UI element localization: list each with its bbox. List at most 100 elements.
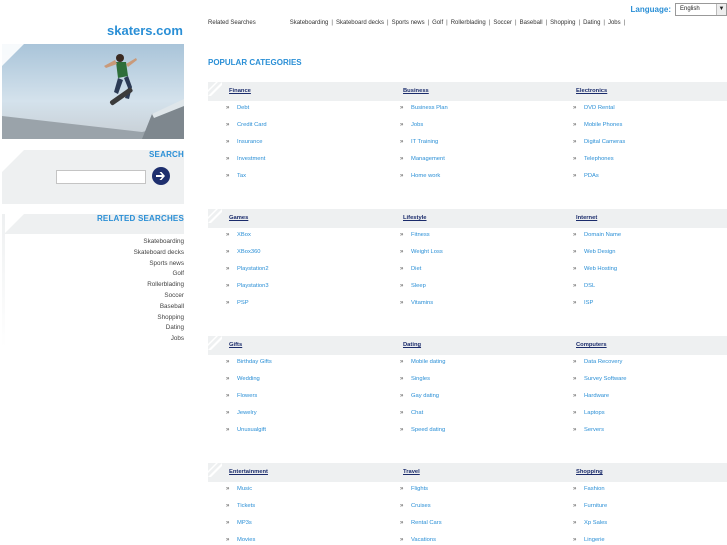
top-related-link[interactable]: Rollerblading	[451, 20, 486, 26]
category-item-link[interactable]: » Lingerie	[573, 537, 605, 543]
related-search-link[interactable]: Dating	[134, 323, 184, 334]
category-item-link[interactable]: » Home work	[400, 173, 440, 179]
category-item-link[interactable]: » Music	[226, 486, 252, 492]
category-item-link[interactable]: » Wedding	[226, 376, 260, 382]
category-heading-link[interactable]: Entertainment	[229, 469, 268, 475]
category-item-link[interactable]: » Credit Card	[226, 122, 267, 128]
related-search-link[interactable]: Jobs	[134, 334, 184, 345]
top-related-link[interactable]: Skateboard decks	[336, 20, 384, 26]
category-item-link[interactable]: » Management	[400, 156, 445, 162]
category-heading-link[interactable]: Internet	[576, 215, 597, 221]
related-search-link[interactable]: Rollerblading	[134, 280, 184, 291]
top-related-link[interactable]: Dating	[583, 20, 600, 26]
category-item-link[interactable]: » Jewelry	[226, 410, 257, 416]
top-related-link[interactable]: Skateboarding	[290, 20, 329, 26]
category-item-link[interactable]: » IT Training	[400, 139, 438, 145]
related-search-link[interactable]: Skateboarding	[134, 237, 184, 248]
category-heading-link[interactable]: Business	[403, 88, 429, 94]
category-item-link[interactable]: » Weight Loss	[400, 249, 443, 255]
category-item-link[interactable]: » DVD Rental	[573, 105, 615, 111]
top-related-link[interactable]: Golf	[432, 20, 443, 26]
category-heading-link[interactable]: Electronics	[576, 88, 607, 94]
top-related-link[interactable]: Shopping	[550, 20, 575, 26]
category-heading-link[interactable]: Finance	[229, 88, 251, 94]
related-search-link[interactable]: Golf	[134, 269, 184, 280]
category-item-link[interactable]: » Sleep	[400, 283, 426, 289]
bullet-icon: »	[400, 426, 404, 433]
category-item-link[interactable]: » Data Recovery	[573, 359, 622, 365]
category-item-link[interactable]: » Playstation2	[226, 266, 269, 272]
category-item-link[interactable]: » XBox	[226, 232, 251, 238]
category-item-link[interactable]: » Vitamins	[400, 300, 433, 306]
chevron-down-icon[interactable]: ▼	[716, 3, 726, 15]
category-item-link[interactable]: » Mobile dating	[400, 359, 445, 365]
category-item-link[interactable]: » Insurance	[226, 138, 263, 145]
category-heading-link[interactable]: Lifestyle	[403, 215, 427, 221]
category-item-link[interactable]: » Singles	[400, 376, 430, 382]
category-item-link[interactable]: » Cruises	[400, 503, 431, 509]
category-item-link[interactable]: » PDAs	[573, 173, 599, 179]
category-item-link[interactable]: » Chat	[400, 410, 423, 416]
related-search-link[interactable]: Soccer	[134, 291, 184, 302]
category-item-link[interactable]: » ISP	[573, 300, 593, 306]
category-item-link[interactable]: » Telephones	[573, 156, 614, 162]
category-item-link[interactable]: » Fitness	[400, 232, 430, 238]
category-item-link[interactable]: » Survey Software	[573, 376, 627, 382]
top-related-link[interactable]: Baseball	[520, 20, 543, 26]
popular-categories-title: POPULAR CATEGORIES	[208, 58, 302, 67]
top-related-link[interactable]: Sports news	[392, 20, 425, 26]
category-item-link[interactable]: » Debt	[226, 105, 249, 111]
category-item-link[interactable]: » Xp Sales	[573, 520, 607, 526]
category-item-link[interactable]: » Domain Name	[573, 232, 621, 238]
site-logo[interactable]: skaters.com	[107, 23, 183, 38]
category-item-label: Insurance	[237, 138, 263, 145]
category-item-link[interactable]: » XBox360	[226, 249, 261, 255]
category-item-link[interactable]: » Movies	[226, 536, 256, 543]
related-search-link[interactable]: Baseball	[134, 302, 184, 313]
top-related-link[interactable]: Jobs	[608, 20, 621, 26]
category-heading-link[interactable]: Dating	[403, 342, 421, 348]
category-item-link[interactable]: » Flowers	[226, 393, 257, 399]
bullet-icon: »	[400, 486, 404, 492]
category-item-link[interactable]: » Laptops	[573, 410, 605, 416]
category-heading-link[interactable]: Travel	[403, 469, 420, 475]
category-item-link[interactable]: » Tickets	[226, 503, 255, 509]
related-search-link[interactable]: Skateboard decks	[134, 248, 184, 259]
category-item-link[interactable]: » Playstation3	[226, 283, 269, 289]
related-search-link[interactable]: Shopping	[134, 313, 184, 324]
category-item-link[interactable]: » DSL	[573, 283, 595, 289]
category-item-link[interactable]: » Digital Cameras	[573, 139, 625, 145]
arrow-right-circle-icon[interactable]	[151, 166, 171, 186]
category-item-link[interactable]: » Vacations	[400, 537, 436, 543]
category-item-link[interactable]: » Unusualgift	[226, 427, 266, 433]
language-dropdown[interactable]: English ▼	[675, 2, 727, 16]
category-item-link[interactable]: » Diet	[400, 266, 421, 272]
category-item-link[interactable]: » Servers	[573, 427, 604, 433]
category-item-link[interactable]: » Web Hosting	[573, 266, 617, 272]
category-heading-link[interactable]: Shopping	[576, 469, 603, 475]
category-item-link[interactable]: » Tax	[226, 173, 246, 179]
category-item-label: Movies	[237, 536, 256, 543]
category-item-link[interactable]: » Furniture	[573, 503, 607, 509]
category-item-link[interactable]: » Investment	[226, 156, 265, 162]
category-item-link[interactable]: » Gay dating	[400, 393, 439, 399]
category-item-link[interactable]: » Flights	[400, 486, 428, 492]
category-item-link[interactable]: » Mobile Phones	[573, 122, 622, 128]
category-item-link[interactable]: » Rental Cars	[400, 520, 442, 526]
top-related-link[interactable]: Soccer	[493, 20, 512, 26]
category-item-link[interactable]: » MP3s	[226, 520, 252, 526]
category-item-link[interactable]: » Fashion	[573, 486, 605, 492]
category-item-link[interactable]: » Business Plan	[400, 105, 448, 111]
category-heading-link[interactable]: Gifts	[229, 342, 242, 348]
search-input[interactable]	[56, 170, 146, 184]
category-item-link[interactable]: » Web Design	[573, 249, 615, 255]
category-item-label: Speed dating	[411, 426, 446, 433]
related-search-link[interactable]: Sports news	[134, 259, 184, 270]
category-heading-link[interactable]: Computers	[576, 342, 607, 348]
category-item-link[interactable]: » Jobs	[400, 122, 423, 128]
category-item-link[interactable]: » Birthday Gifts	[226, 359, 272, 365]
category-item-link[interactable]: » PSP	[226, 300, 249, 306]
category-item-link[interactable]: » Hardware	[573, 393, 609, 399]
category-item-link[interactable]: » Speed dating	[400, 426, 446, 433]
category-heading-link[interactable]: Games	[229, 215, 248, 221]
